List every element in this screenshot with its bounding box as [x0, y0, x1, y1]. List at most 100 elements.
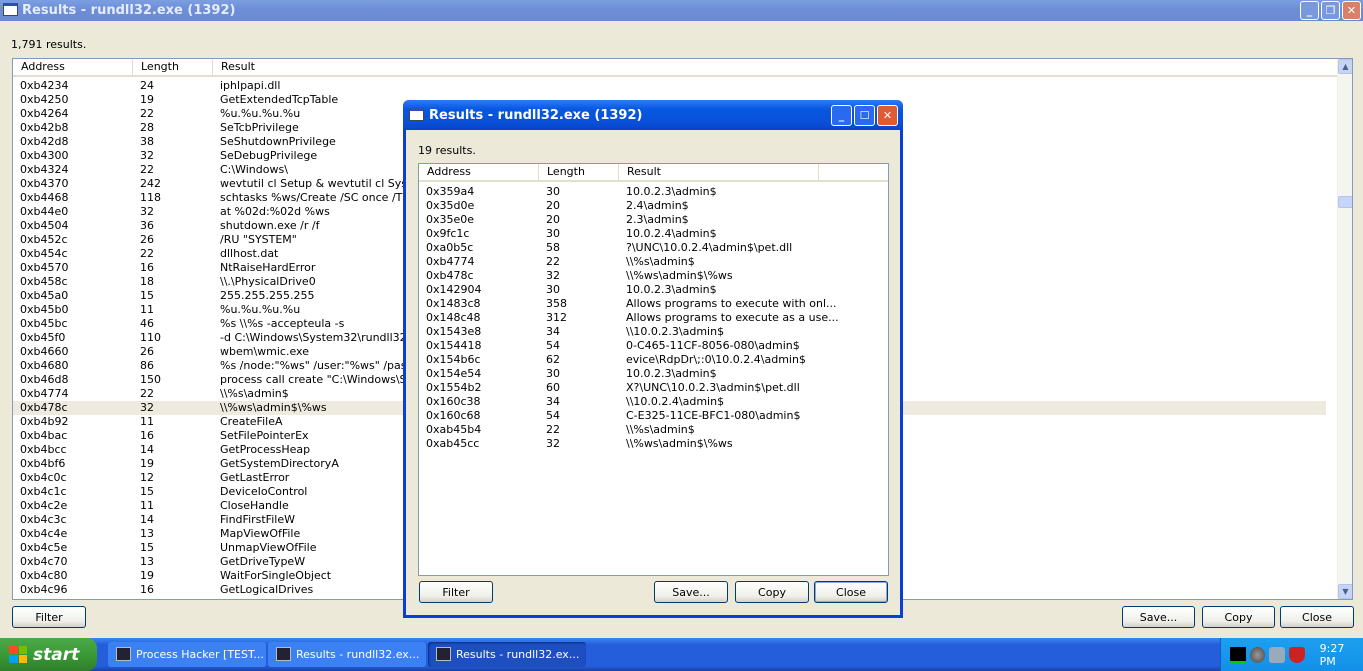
taskbar-item-results-1[interactable]: Results - rundll32.ex... [268, 642, 426, 667]
table-row[interactable]: 0x1483c8 358 Allows programs to execute wi… [419, 297, 888, 311]
cell-result: X?\UNC\10.0.2.3\admin$\pet.dll [626, 381, 800, 394]
table-row[interactable]: 0x35e0e 20 2.3\admin$ [419, 213, 888, 227]
cell-address: 0xb4c2e [20, 499, 68, 512]
column-header-length[interactable]: Length [133, 59, 213, 75]
cell-address: 0xb458c [20, 275, 68, 288]
save-button[interactable]: Save... [1122, 606, 1195, 628]
cell-result: \\%s\admin$ [220, 387, 289, 400]
close-button[interactable]: Close [1280, 606, 1354, 628]
table-row[interactable]: 0xab45cc 32 \\%ws\admin$\%ws [419, 437, 888, 451]
cell-address: 0xb45bc [20, 317, 68, 330]
table-row[interactable]: 0xb4234 24 iphlpapi.dll [13, 79, 1326, 93]
cell-address: 0x1554b2 [426, 381, 482, 394]
cell-address: 0xb478c [426, 269, 474, 282]
maximize-button[interactable]: ❐ [1321, 1, 1340, 20]
table-row[interactable]: 0x9fc1c 30 10.0.2.4\admin$ [419, 227, 888, 241]
cell-length: 28 [140, 121, 154, 134]
column-header-result[interactable]: Result [213, 59, 1338, 75]
cell-length: 30 [546, 227, 560, 240]
cell-result: \\10.0.2.4\admin$ [626, 395, 725, 408]
table-row[interactable]: 0x148c48 312 Allows programs to execute as… [419, 311, 888, 325]
taskbar-item-process-hacker[interactable]: Process Hacker [TEST... [108, 642, 266, 667]
cpu-graph-icon[interactable] [1230, 646, 1246, 663]
cell-result: process call create "C:\Windows\Syste [220, 373, 430, 386]
scroll-thumb[interactable] [1338, 196, 1352, 208]
security-shield-icon[interactable] [1288, 646, 1305, 663]
dialog-minimize-button[interactable]: _ [831, 105, 852, 126]
main-title-bar[interactable]: Results - rundll32.exe (1392) _ ❐ ✕ [0, 0, 1363, 21]
cell-address: 0xb4234 [20, 79, 69, 92]
table-row[interactable]: 0x154418 54 0-C465-11CF-8056-080\admin$ [419, 339, 888, 353]
cell-length: 15 [140, 541, 154, 554]
virtualbox-icon[interactable] [1269, 646, 1285, 663]
column-header-length[interactable]: Length [539, 164, 619, 180]
dialog-results-list[interactable]: Address Length Result 0x359a4 30 10.0.2.3\… [418, 163, 889, 576]
copy-button[interactable]: Copy [1202, 606, 1275, 628]
task-label: Process Hacker [TEST... [136, 648, 264, 661]
column-header-result[interactable]: Result [619, 164, 819, 180]
close-window-button[interactable]: ✕ [1342, 1, 1361, 20]
cell-length: 16 [140, 261, 154, 274]
cell-address: 0xb44e0 [20, 205, 69, 218]
table-row[interactable]: 0x160c68 54 C-E325-11CE-BFC1-080\admin$ [419, 409, 888, 423]
table-row[interactable]: 0x1543e8 34 \\10.0.2.3\admin$ [419, 325, 888, 339]
table-row[interactable]: 0xab45b4 22 \\%s\admin$ [419, 423, 888, 437]
cell-address: 0xb4504 [20, 219, 69, 232]
dialog-copy-button[interactable]: Copy [735, 581, 809, 603]
cell-address: 0xb4c70 [20, 555, 68, 568]
cell-length: 60 [546, 381, 560, 394]
minimize-button[interactable]: _ [1300, 1, 1319, 20]
table-row[interactable]: 0x154e54 30 10.0.2.3\admin$ [419, 367, 888, 381]
cell-length: 14 [140, 513, 154, 526]
cell-address: 0xb4250 [20, 93, 69, 106]
cell-length: 11 [140, 499, 154, 512]
cell-address: 0xb46d8 [20, 373, 69, 386]
task-label: Results - rundll32.ex... [296, 648, 420, 661]
table-row[interactable]: 0x35d0e 20 2.4\admin$ [419, 199, 888, 213]
table-row[interactable]: 0x359a4 30 10.0.2.3\admin$ [419, 185, 888, 199]
cell-length: 32 [140, 401, 154, 414]
start-button[interactable]: start [0, 638, 97, 671]
cell-address: 0x1483c8 [426, 297, 481, 310]
dialog-filter-button[interactable]: Filter [419, 581, 493, 603]
filter-button[interactable]: Filter [12, 606, 86, 628]
vertical-scrollbar[interactable]: ▲ ▼ [1337, 59, 1352, 599]
cell-address: 0x154b6c [426, 353, 481, 366]
cell-address: 0xb4c0c [20, 471, 67, 484]
dialog-title-bar[interactable]: Results - rundll32.exe (1392) _ ☐ ✕ [403, 100, 903, 130]
table-row[interactable]: 0xa0b5c 58 ?\UNC\10.0.2.4\admin$\pet.dll [419, 241, 888, 255]
table-row[interactable]: 0xb478c 32 \\%ws\admin$\%ws [419, 269, 888, 283]
dialog-close-button[interactable]: Close [814, 581, 888, 603]
taskbar-item-results-2[interactable]: Results - rundll32.ex... [428, 642, 586, 667]
table-row[interactable]: 0x1554b2 60 X?\UNC\10.0.2.3\admin$\pet.dll [419, 381, 888, 395]
cell-length: 14 [140, 443, 154, 456]
cell-address: 0xb4b92 [20, 415, 69, 428]
table-row[interactable]: 0xb4774 22 \\%s\admin$ [419, 255, 888, 269]
cell-result: \\%ws\admin$\%ws [220, 401, 327, 414]
scroll-up-button[interactable]: ▲ [1338, 59, 1352, 74]
table-row[interactable]: 0x154b6c 62 evice\RdpDr\;:0\10.0.2.4\admin… [419, 353, 888, 367]
cell-length: 19 [140, 569, 154, 582]
cell-address: 0x148c48 [426, 311, 481, 324]
table-row[interactable]: 0x160c38 34 \\10.0.2.4\admin$ [419, 395, 888, 409]
cell-length: 22 [140, 247, 154, 260]
scroll-down-button[interactable]: ▼ [1338, 584, 1352, 599]
cell-address: 0xb4680 [20, 359, 69, 372]
cell-length: 150 [140, 373, 161, 386]
cell-length: 242 [140, 177, 161, 190]
column-header-address[interactable]: Address [419, 164, 539, 180]
clock[interactable]: 9:27 PM [1320, 642, 1363, 668]
column-header-address[interactable]: Address [13, 59, 133, 75]
table-row[interactable]: 0x142904 30 10.0.2.3\admin$ [419, 283, 888, 297]
dialog-maximize-button[interactable]: ☐ [854, 105, 875, 126]
network-disconnected-icon[interactable] [1249, 646, 1266, 663]
cell-result: SeTcbPrivilege [220, 121, 299, 134]
cell-length: 30 [546, 185, 560, 198]
cell-length: 20 [546, 213, 560, 226]
cell-length: 16 [140, 583, 154, 596]
dialog-close-window-button[interactable]: ✕ [877, 105, 898, 126]
cell-address: 0xb4c5e [20, 541, 68, 554]
cell-result: GetProcessHeap [220, 443, 311, 456]
dialog-save-button[interactable]: Save... [654, 581, 728, 603]
cell-address: 0xb4bf6 [20, 457, 66, 470]
